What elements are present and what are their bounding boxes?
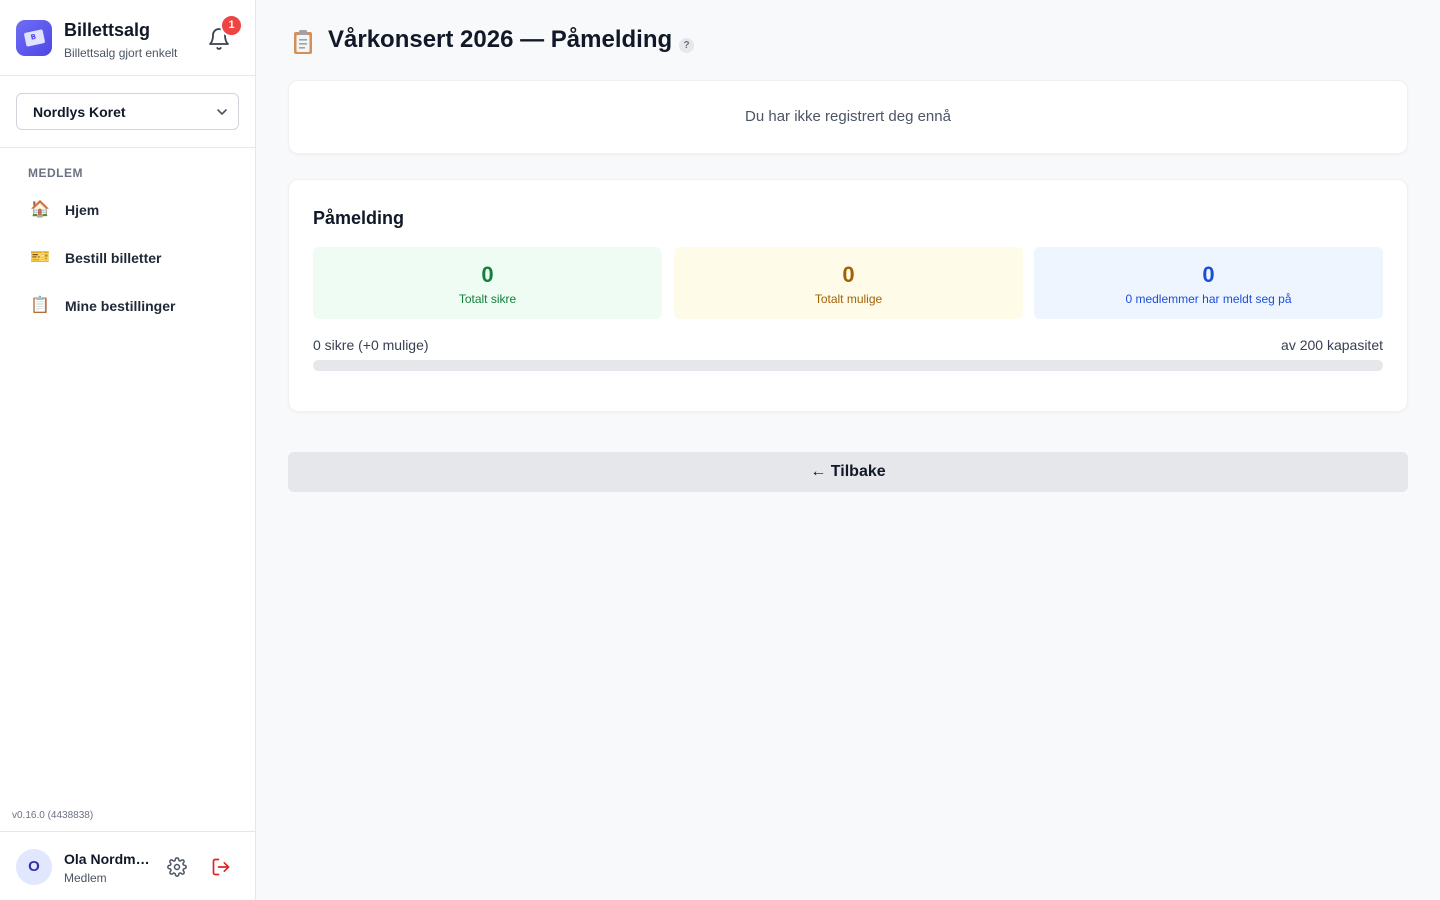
- gear-icon: [167, 857, 187, 877]
- sidebar: B Billettsalg Billettsalg gjort enkelt 1…: [0, 0, 256, 900]
- page-title: Vårkonsert 2026 — Påmelding: [328, 26, 673, 53]
- stat-total-sure: 0 Totalt sikre: [313, 247, 662, 319]
- settings-button[interactable]: [167, 857, 187, 877]
- notice-text: Du har ikke registrert deg ennå: [745, 108, 951, 125]
- ticket-logo-icon: B: [23, 29, 46, 47]
- nav-item-hjem[interactable]: 🏠 Hjem: [16, 190, 240, 230]
- app-title: Billettsalg: [64, 20, 151, 40]
- chevron-down-icon: [217, 109, 227, 115]
- nav-item-label: Mine bestillinger: [65, 298, 176, 314]
- user-name: Ola Nordmann: [64, 851, 154, 867]
- brand-header: B Billettsalg Billettsalg gjort enkelt 1: [0, 0, 255, 76]
- stat-value: 0: [481, 262, 494, 287]
- nav-item-mine-bestillinger[interactable]: 📋 Mine bestillinger: [16, 286, 240, 326]
- user-bar: O Ola Nordmann Medlem: [0, 831, 255, 900]
- app-subtitle: Billettsalg gjort enkelt: [64, 46, 178, 60]
- nav-item-bestill-billetter[interactable]: 🎫 Bestill billetter: [16, 238, 240, 278]
- stat-caption: Totalt sikre: [458, 292, 517, 306]
- registration-card: Påmelding 0 Totalt sikre 0 Totalt mulige…: [288, 179, 1408, 412]
- nav-item-label: Bestill billetter: [65, 250, 162, 266]
- clipboard-icon: [294, 30, 312, 54]
- clipboard-icon: 📋: [30, 297, 50, 314]
- main-content: Vårkonsert 2026 — Påmelding ? Du har ikk…: [256, 0, 1440, 900]
- ticket-icon: 🎫: [30, 249, 50, 266]
- stat-members-registered: 0 0 medlemmer har meldt seg på: [1034, 247, 1383, 319]
- capacity-progress-bar: [313, 360, 1383, 371]
- stat-caption: 0 medlemmer har meldt seg på: [1125, 292, 1292, 306]
- help-icon[interactable]: ?: [679, 38, 694, 53]
- back-button[interactable]: ← Tilbake: [288, 452, 1408, 492]
- avatar[interactable]: O: [16, 849, 52, 885]
- org-select[interactable]: Nordlys Koret: [16, 93, 239, 130]
- progress-summary: 0 sikre (+0 mulige): [313, 337, 429, 353]
- nav-item-label: Hjem: [65, 202, 100, 218]
- registration-heading: Påmelding: [313, 208, 405, 228]
- stat-value: 0: [1202, 262, 1215, 287]
- app-version: v0.16.0 (4438838): [12, 810, 94, 821]
- notification-badge: 1: [220, 14, 243, 37]
- nav-section-label: MEDLEM: [28, 166, 83, 180]
- progress-capacity: av 200 kapasitet: [1281, 337, 1383, 353]
- org-selector-wrap: Nordlys Koret: [0, 76, 255, 148]
- org-select-value: Nordlys Koret: [33, 104, 126, 120]
- user-role: Medlem: [64, 871, 107, 885]
- app-logo[interactable]: B: [16, 20, 52, 56]
- logout-icon: [212, 858, 230, 876]
- registration-notice: Du har ikke registrert deg ennå: [288, 80, 1408, 154]
- stat-total-possible: 0 Totalt mulige: [674, 247, 1023, 319]
- stat-value: 0: [842, 262, 855, 287]
- house-icon: 🏠: [30, 201, 50, 218]
- stat-caption: Totalt mulige: [814, 292, 883, 306]
- logout-button[interactable]: [211, 857, 231, 877]
